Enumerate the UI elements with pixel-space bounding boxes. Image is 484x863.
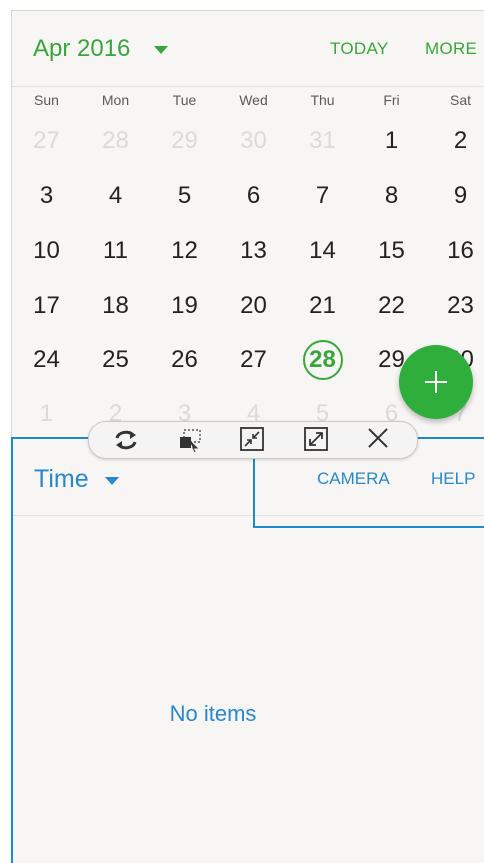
calendar-day[interactable]: 5	[150, 182, 219, 210]
help-button[interactable]: HELP	[431, 469, 475, 489]
minimize-icon[interactable]	[237, 426, 267, 454]
calendar-day[interactable]: 20	[219, 292, 288, 320]
calendar-day[interactable]: 17	[12, 292, 81, 320]
calendar-day[interactable]: 3	[12, 182, 81, 210]
calendar-day[interactable]: 26	[150, 346, 219, 374]
calendar-day[interactable]: 11	[81, 237, 150, 265]
calendar-day[interactable]: 28	[81, 127, 150, 155]
calendar-day[interactable]: 12	[150, 237, 219, 265]
calendar-day[interactable]: 18	[81, 292, 150, 320]
calendar-day[interactable]: 27	[12, 127, 81, 155]
calendar-day[interactable]: 7	[288, 182, 357, 210]
calendar-day[interactable]: 15	[357, 237, 426, 265]
today-button[interactable]: TODAY	[330, 39, 389, 59]
maximize-icon[interactable]	[301, 426, 331, 454]
calendar-day[interactable]: 22	[357, 292, 426, 320]
month-title[interactable]: Apr 2016	[33, 35, 130, 63]
weekday-label: Thu	[310, 92, 335, 108]
today-indicator	[303, 340, 343, 380]
more-button[interactable]: MORE	[425, 39, 477, 59]
toolbar-connector-horizontal	[253, 526, 484, 528]
calendar-day[interactable]: 1	[12, 400, 81, 428]
weekday-label: Wed	[239, 92, 268, 108]
calendar-day[interactable]: 10	[12, 237, 81, 265]
calendar-day[interactable]: 13	[219, 237, 288, 265]
calendar-day[interactable]: 27	[219, 346, 288, 374]
switch-windows-icon[interactable]	[111, 426, 141, 454]
calendar-day[interactable]: 2	[426, 127, 484, 155]
drag-content-icon[interactable]	[175, 426, 205, 454]
month-dropdown-icon[interactable]	[154, 46, 168, 54]
calendar-header: Apr 2016 TODAY MORE	[12, 11, 484, 86]
bottom-divider	[13, 515, 484, 516]
window-toolbar	[88, 421, 418, 459]
header-divider	[12, 86, 484, 87]
add-event-button[interactable]	[399, 345, 473, 419]
calendar-day[interactable]: 24	[12, 346, 81, 374]
calendar-day[interactable]: 25	[81, 346, 150, 374]
calendar-day[interactable]: 9	[426, 182, 484, 210]
close-icon[interactable]	[363, 426, 393, 454]
calendar-day[interactable]: 23	[426, 292, 484, 320]
calendar-day[interactable]: 29	[150, 127, 219, 155]
calendar-day[interactable]: 14	[288, 237, 357, 265]
weekday-label: Fri	[383, 92, 400, 108]
calendar-day[interactable]: 16	[426, 237, 484, 265]
weekday-label: Sun	[34, 92, 59, 108]
calendar-day[interactable]: 31	[288, 127, 357, 155]
time-dropdown-icon[interactable]	[105, 477, 119, 485]
calendar-day[interactable]: 1	[357, 127, 426, 155]
calendar-day[interactable]: 4	[81, 182, 150, 210]
weekday-label: Mon	[101, 92, 130, 108]
calendar-day[interactable]: 19	[150, 292, 219, 320]
toolbar-connector	[253, 452, 255, 528]
calendar-day[interactable]: 21	[288, 292, 357, 320]
bottom-window: Time CAMERA HELP No items	[11, 437, 484, 863]
weekday-label: Tue	[172, 92, 197, 108]
empty-state-text: No items	[169, 701, 257, 726]
weekday-label: Sat	[449, 92, 471, 108]
camera-button[interactable]: CAMERA	[317, 469, 390, 489]
calendar-window: Apr 2016 TODAY MORE Sun Mon Tue Wed Thu Fri Sa…	[11, 10, 484, 439]
calendar-day[interactable]: 8	[357, 182, 426, 210]
calendar-day[interactable]: 30	[219, 127, 288, 155]
time-title[interactable]: Time	[34, 465, 89, 494]
calendar-day[interactable]: 6	[219, 182, 288, 210]
